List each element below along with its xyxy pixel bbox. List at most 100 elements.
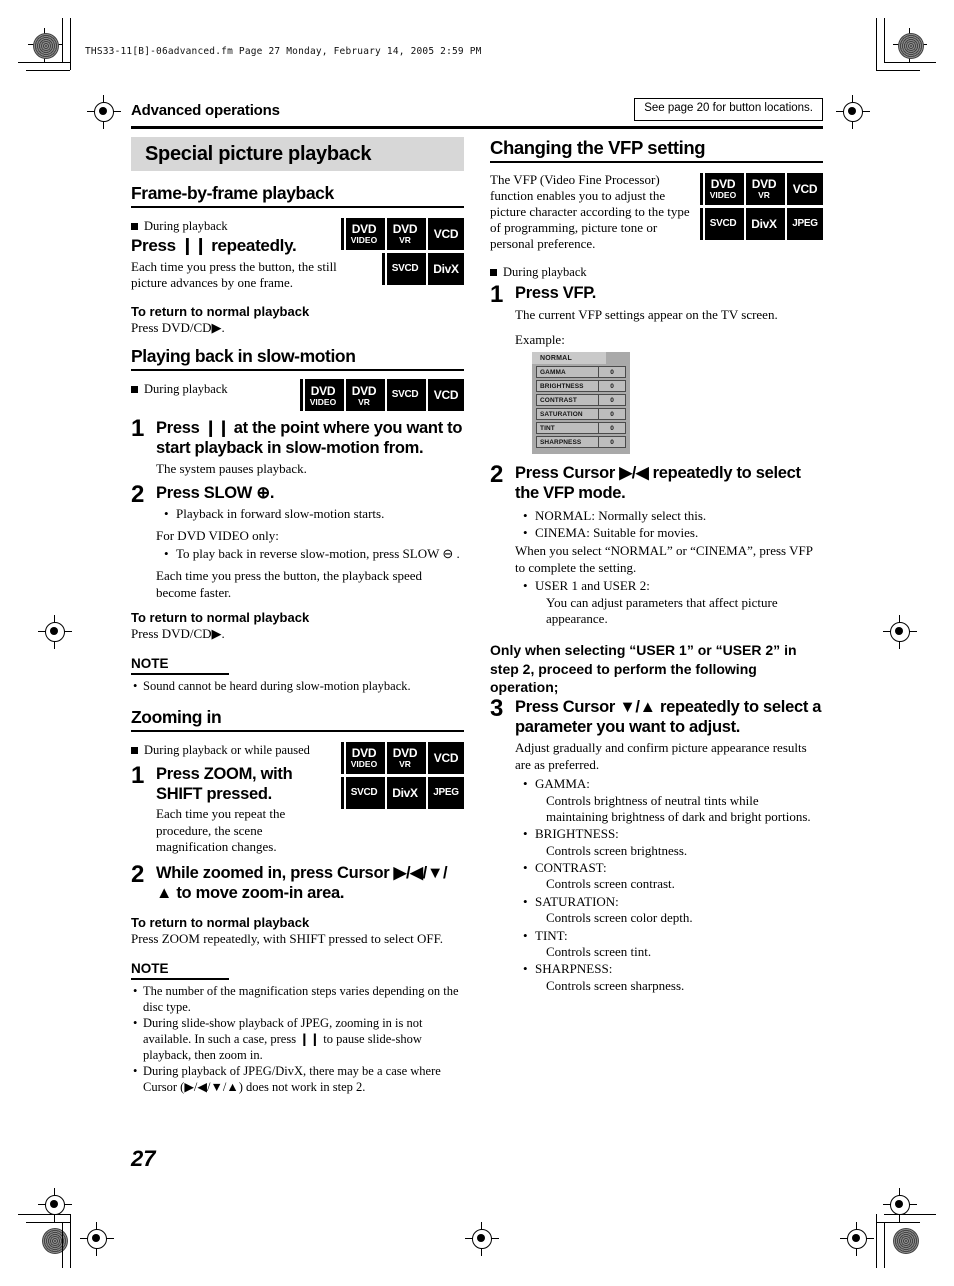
parameter-name: BRIGHTNESS: [535,826,619,842]
step-title: Press ZOOM, with SHIFT pressed. [156,764,293,803]
osd-row-name: BRIGHTNESS [540,382,584,390]
disc-badge-svcd: SVCD [385,253,423,285]
crop-line [70,1214,71,1268]
disc-badge-dvd-video: DVD VIDEO [344,218,382,250]
color-calibration-dot-bottom-right [893,1228,919,1254]
bullet-label: USER 1 and USER 2: [535,578,650,594]
bullet-item: USER 1 and USER 2: You can adjust parame… [523,578,823,627]
parameter-desc: Controls screen sharpness. [546,977,685,993]
parameter-list: GAMMA: Controls brightness of neutral ti… [515,776,823,994]
return-heading: To return to normal playback [131,304,310,320]
parameter-name: SHARPNESS: [535,961,613,977]
numbered-step: 2 While zoomed in, press Cursor ▶/◀/▼/ ▲… [131,861,464,906]
parameter-name: SATURATION: [535,893,619,909]
step-title: Press Cursor ▶/◀ repeatedly to select th… [515,464,801,502]
pause-icon: ❙❙ [180,236,207,256]
disc-badge-group: DVD VIDEO DVD VR VCD [344,218,464,285]
badge-line2: VIDEO [350,759,378,769]
color-calibration-dot-top-right [898,33,924,59]
printed-page: THS33-11[B]-06advanced.fm Page 27 Monday… [0,0,954,1286]
disc-badge-dvd-video: DVD VIDEO [703,173,741,205]
section-slow-motion: Playing back in slow-motion During playb… [131,346,464,694]
badge-line1: SVCD [391,263,419,274]
osd-row: CONTRAST 0 [536,394,626,407]
instruction-post: repeatedly. [211,236,297,255]
step-subtext: The current VFP settings appear on the T… [515,307,778,323]
dvd-video-note-head: For DVD VIDEO only: [156,527,279,543]
section-changing-vfp: Changing the VFP setting The VFP (Video … [490,137,823,996]
disc-badge-row: SVCD DivX JPEG [703,208,823,240]
black-square-icon [131,746,138,754]
step-title: Press Cursor ▼/▲ repeatedly to select a … [515,697,822,736]
crop-line [18,62,70,63]
section-heading: Changing the VFP setting [490,137,823,163]
crop-line [876,1222,920,1223]
step-title-part-b: at the point where you want to start pla… [156,419,463,458]
osd-row-name: GAMMA [540,368,566,376]
page-body: Special picture playback Frame-by-frame … [131,137,823,1097]
step-number: 1 [131,761,145,789]
bullet-item: CINEMA: Suitable for movies. [523,525,823,542]
parameter-item: BRIGHTNESS: Controls screen brightness. [523,826,823,859]
disc-badge-dvd-vr: DVD VR [344,379,382,412]
osd-row-value: 0 [598,367,625,378]
bullet-item: To play back in reverse slow-motion, pre… [164,546,464,563]
numbered-step: 2 Press Cursor ▶/◀ repeatedly to select … [490,463,823,629]
condition-line: During playback [490,265,695,280]
registration-mark-bottom-right [883,1188,917,1222]
parameter-name: TINT: [535,927,568,943]
crop-line [884,1222,885,1268]
disc-badge-dvd-vr: DVD VR [385,741,423,774]
note-list: Sound cannot be heard during slow-motion… [131,679,464,695]
osd-row-value: 0 [598,423,625,434]
registration-mark-bottom-center [465,1222,499,1256]
condition-line: During playback [131,382,281,397]
bullet-list: NORMAL: Normally select this. CINEMA: Su… [515,508,823,542]
registration-mark-top-left [28,28,62,62]
condition-line: During playback or while paused [131,743,336,758]
crop-line [70,18,71,70]
step-number: 2 [131,861,145,889]
page-header: Advanced operations See page 20 for butt… [131,98,823,129]
parameter-item: SATURATION: Controls screen color depth. [523,893,823,927]
parameter-item: TINT: Controls screen tint. [523,927,823,961]
condition-text: During playback [144,382,228,397]
badge-line1: DVD [392,222,418,237]
parameter-desc: Controls screen color depth. [546,910,693,926]
crop-line [876,70,920,71]
step-number: 2 [131,481,145,509]
header-rule [131,126,823,129]
badge-line1: DVD [351,222,377,237]
osd-mode-tab: NORMAL [532,352,606,365]
disc-badge-dvd-vr: DVD VR [385,218,423,250]
numbered-step: 1 Press ❙❙ at the point where you want t… [131,415,464,477]
osd-row-value: 0 [598,395,625,406]
numbered-step: 1 Press ZOOM, with SHIFT pressed. Each t… [131,761,336,856]
badge-line1: JPEG [792,218,818,229]
condition-text: During playback or while paused [144,742,310,757]
bullet-list: To play back in reverse slow-motion, pre… [156,546,464,563]
badge-line1: SVCD [350,786,378,798]
disc-badge-row: SVCD DivX JPEG [344,776,464,809]
step-number: 3 [490,694,504,722]
badge-line1: VCD [433,388,459,403]
black-square-icon [131,223,138,230]
disc-badge-svcd: SVCD [344,776,382,809]
badge-line2: VR [358,396,370,407]
crop-line [884,62,936,63]
badge-line1: DVD [751,177,777,192]
note-item: Sound cannot be heard during slow-motion… [133,679,464,695]
section-zooming-in: Zooming in During playback or while paus… [131,707,464,1096]
note-heading: NOTE [131,656,229,676]
crop-line [876,1214,877,1268]
crop-line [26,1222,70,1223]
step-mid-text: When you select “NORMAL” or “CINEMA”, pr… [515,543,813,575]
badge-line2: VR [758,190,770,201]
step-number: 1 [131,415,145,443]
disc-badge-row: SVCD DivX [346,253,464,285]
step-subtext: Each time you repeat the procedure, the … [156,806,286,855]
badge-line1: DivX [751,217,777,231]
step-subtext: Adjust gradually and confirm picture app… [515,740,807,772]
crop-line [18,1214,70,1215]
disc-badge-vcd: VCD [785,173,823,205]
